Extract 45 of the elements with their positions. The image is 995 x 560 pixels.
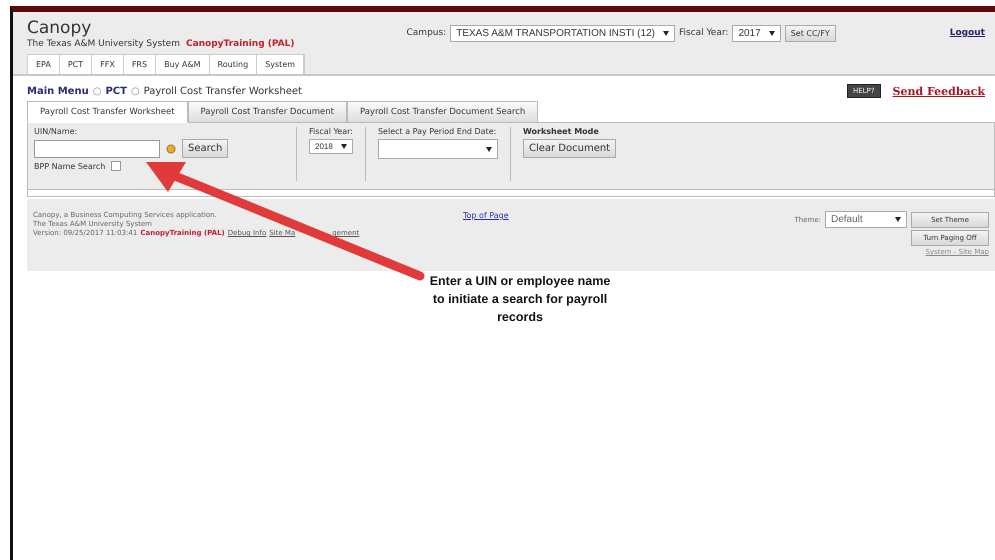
dropdown-caret-icon [768,30,775,36]
nav-tab[interactable]: Buy A&M [156,55,210,74]
lookup-icon [166,144,176,154]
tab[interactable]: Payroll Cost Transfer Worksheet [27,101,188,123]
pay-period-label: Select a Pay Period End Date: [378,127,498,136]
dropdown-caret-icon [662,30,669,36]
bpp-name-search-label: BPP Name Search [34,162,106,170]
tab[interactable]: Payroll Cost Transfer Document Search [346,101,538,123]
logout-link[interactable]: Logout [950,28,985,38]
fiscal-year-label: Fiscal Year: [678,28,728,38]
breadcrumb-link[interactable]: Main Menu [27,86,89,96]
worksheet-mode-label: Worksheet Mode [522,127,600,136]
dropdown-caret-icon [895,217,901,222]
set-button[interactable]: Set CC/FY [784,24,836,42]
app-title: Canopy [27,18,92,38]
fiscal-year-label: Fiscal Year: [309,127,353,136]
nav-tab[interactable]: PCT [60,55,92,74]
tab[interactable]: Payroll Cost Transfer Document [188,101,347,123]
nav-tab[interactable]: FRS [124,55,156,74]
organization-name: The Texas A&M University System [27,39,180,49]
environment-label: CanopyTraining (PAL) [186,39,294,49]
uin-input[interactable] [34,140,160,158]
clear-document-button[interactable]: Clear Document [522,139,616,158]
pay-period-dropdown[interactable] [378,139,498,159]
send-feedback-link[interactable]: Send Feedback [892,84,985,98]
bpp-checkbox[interactable] [111,161,122,171]
breadcrumb-current: Payroll Cost Transfer Worksheet [144,86,302,96]
fiscal-year-dropdown[interactable]: 2017 [732,24,781,42]
campus-dropdown[interactable]: TEXAS A&M TRANSPORTATION INSTI (12) [450,24,675,42]
campus-label: Campus: [406,28,446,38]
top-of-page-link[interactable]: Top of Page [463,211,509,220]
uin-label: UIN/Name: [34,127,78,136]
breadcrumb-link[interactable]: PCT [105,86,127,96]
dropdown-caret-icon [340,144,347,149]
nav-tab[interactable]: System [257,55,304,74]
breadcrumb-separator: ○ [130,86,140,96]
breadcrumb-separator: ○ [92,86,102,96]
theme-dropdown[interactable]: Default [825,211,907,228]
callout-text: Enter a UIN or employee name to initiate a search for payroll records [428,273,612,326]
nav-tab[interactable]: Routing [210,55,258,74]
dropdown-caret-icon [486,146,492,152]
search-button[interactable]: Search [182,139,228,158]
fiscal-year-dropdown[interactable]: 2018 [309,139,353,154]
nav-tab[interactable]: FFX [92,55,124,74]
nav-tab[interactable]: EPA [28,55,60,74]
